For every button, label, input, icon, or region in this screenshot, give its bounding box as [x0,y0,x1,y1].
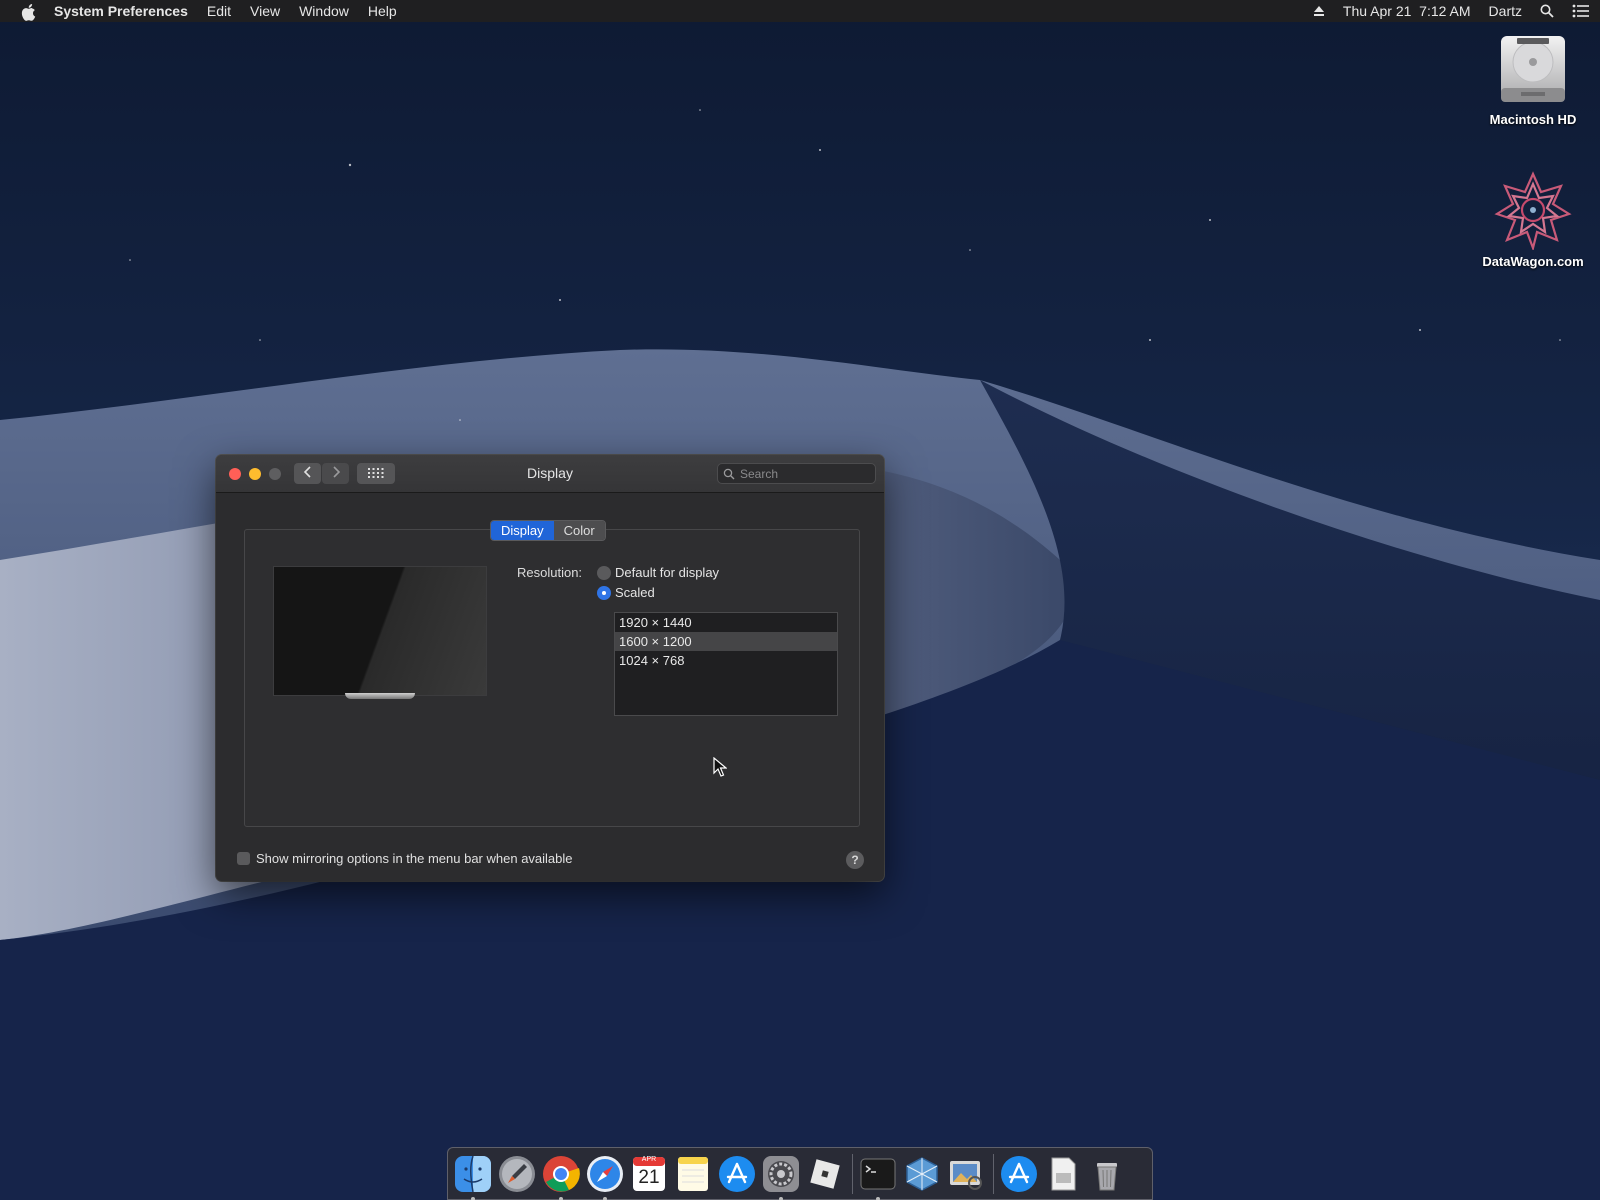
display-preview-stand [345,693,415,699]
radio-default-for-display[interactable]: Default for display [597,565,719,580]
finder-icon[interactable] [454,1155,492,1200]
menu-window[interactable]: Window [299,0,349,22]
resolution-label: Resolution: [517,565,583,580]
desktop: System Preferences Edit View Window Help… [0,0,1600,1200]
system-preferences-icon[interactable] [762,1155,800,1200]
notes-icon[interactable] [674,1155,712,1193]
mouse-cursor-icon [713,756,728,782]
dock-separator [852,1153,853,1194]
radio-label: Scaled [615,585,655,600]
menu-clock[interactable]: Thu Apr 21 7:12 AM [1343,0,1471,22]
mirroring-option[interactable]: Show mirroring options in the menu bar w… [237,851,573,866]
radio-scaled[interactable]: Scaled [597,585,655,600]
status-area: Thu Apr 21 7:12 AM Dartz [1295,0,1590,22]
running-indicator [779,1196,783,1200]
trash-icon[interactable] [1088,1155,1126,1193]
virtualbox-icon[interactable] [903,1155,941,1193]
app-store-icon[interactable] [718,1155,756,1193]
mirroring-checkbox[interactable] [237,852,250,865]
radio-button[interactable] [597,565,611,580]
documents-icon[interactable] [1044,1155,1082,1193]
safari-icon[interactable] [586,1155,624,1200]
scaled-resolution-list[interactable]: 1920 × 1440 1600 × 1200 1024 × 768 [614,612,838,716]
help-button[interactable]: ? [846,851,864,869]
running-indicator [876,1196,880,1200]
app-store-downloads-icon[interactable] [1000,1155,1038,1193]
resolution-item[interactable]: 1600 × 1200 [615,632,837,651]
desktop-icon-label: Macintosh HD [1489,112,1577,127]
calendar-icon[interactable]: APR 21 [630,1155,668,1193]
running-indicator [559,1196,563,1200]
dock: APR 21 [447,1147,1153,1200]
apple-menu-icon[interactable] [20,0,36,22]
menu-app-name[interactable]: System Preferences [54,0,188,22]
title-bar: Display [216,455,884,493]
preview-icon[interactable] [947,1155,985,1193]
terminal-icon[interactable] [859,1155,897,1200]
spotlight-search-icon[interactable] [1540,4,1554,18]
display-preferences-window: Display Display Color Resolution: Defaul… [216,455,884,881]
running-indicator [471,1196,475,1200]
menu-view[interactable]: View [250,0,280,22]
desktop-icon-label: DataWagon.com [1482,254,1584,269]
radio-button[interactable] [597,585,611,600]
resolution-item[interactable]: 1920 × 1440 [615,613,837,632]
resolution-item[interactable]: 1024 × 768 [615,651,837,670]
running-indicator [603,1196,607,1200]
tab-bar: Display Color [490,520,606,541]
eject-icon[interactable] [1313,5,1325,17]
display-preview-sheen [274,567,486,695]
datawagon-logo-icon [1468,170,1598,250]
calendar-month: APR [641,1155,657,1163]
search-field[interactable] [717,463,876,484]
menu-edit[interactable]: Edit [207,0,231,22]
desktop-icon-datawagon[interactable]: DataWagon.com [1468,170,1598,269]
search-input[interactable] [740,465,868,482]
roblox-icon[interactable] [806,1155,844,1193]
desktop-icon-macintosh-hd[interactable]: Macintosh HD [1468,32,1598,127]
menu-bar: System Preferences Edit View Window Help… [0,0,1600,22]
tab-color[interactable]: Color [553,521,605,540]
menu-user[interactable]: Dartz [1489,0,1522,22]
dock-separator [993,1153,994,1194]
mirroring-label: Show mirroring options in the menu bar w… [256,851,573,866]
chrome-icon[interactable] [542,1155,580,1200]
display-preview-image [273,566,487,696]
calendar-day: 21 [638,1166,660,1188]
launchpad-icon[interactable] [498,1155,536,1193]
radio-label: Default for display [615,565,720,580]
tab-display[interactable]: Display [491,521,554,540]
notification-center-icon[interactable] [1572,4,1590,18]
menu-help[interactable]: Help [368,0,397,22]
hard-drive-icon [1468,32,1598,108]
app-menus: System Preferences Edit View Window Help [54,0,416,22]
